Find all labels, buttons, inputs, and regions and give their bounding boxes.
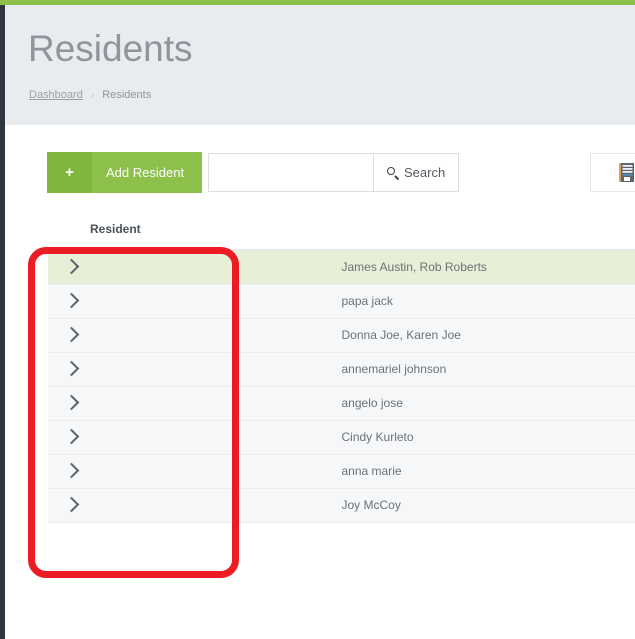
sidebar-rail bbox=[0, 5, 5, 639]
search-input[interactable] bbox=[208, 153, 373, 192]
chevron-right-icon[interactable] bbox=[63, 292, 80, 309]
search-group: Search bbox=[208, 153, 460, 192]
top-accent-bar bbox=[0, 0, 635, 5]
chevron-right-icon[interactable] bbox=[63, 258, 80, 275]
table-row[interactable]: anna marie bbox=[48, 454, 635, 488]
table-row[interactable]: Donna Joe, Karen Joe bbox=[48, 318, 635, 352]
toolbar: + Add Resident Search bbox=[22, 125, 635, 220]
plus-icon: + bbox=[47, 152, 92, 193]
table-row[interactable]: Joy McCoy bbox=[48, 488, 635, 522]
breadcrumb-link-dashboard[interactable]: Dashboard bbox=[29, 89, 83, 101]
row-expand-cell[interactable] bbox=[48, 488, 342, 522]
resident-name: angelo jose bbox=[341, 396, 403, 410]
building-icon bbox=[618, 163, 634, 182]
resident-name: annemariel johnson bbox=[341, 362, 447, 376]
content-card: + Add Resident Search Resident James Aus… bbox=[22, 125, 635, 639]
chevron-right-icon[interactable] bbox=[63, 360, 80, 377]
chevron-right-icon[interactable] bbox=[63, 394, 80, 411]
add-resident-label: Add Resident bbox=[106, 165, 185, 180]
row-expand-cell[interactable] bbox=[48, 250, 342, 284]
building-view-button[interactable] bbox=[590, 153, 635, 192]
resident-name: Cindy Kurleto bbox=[341, 430, 414, 444]
row-expand-cell[interactable] bbox=[48, 284, 342, 318]
residents-table: Resident James Austin, Rob Roberts papa … bbox=[48, 222, 635, 523]
table-row[interactable]: Cindy Kurleto bbox=[48, 420, 635, 454]
resident-name: papa jack bbox=[341, 294, 393, 308]
page-title: Residents bbox=[28, 28, 193, 69]
breadcrumb-current-residents: Residents bbox=[102, 89, 152, 101]
table-body: James Austin, Rob Roberts papa jack Donn… bbox=[48, 250, 635, 522]
add-resident-button[interactable]: + Add Resident bbox=[47, 152, 203, 193]
breadcrumb-separator-icon: › bbox=[90, 90, 95, 101]
chevron-right-icon[interactable] bbox=[63, 496, 80, 513]
row-expand-cell[interactable] bbox=[48, 454, 342, 488]
chevron-right-icon[interactable] bbox=[63, 326, 80, 343]
resident-name: Joy McCoy bbox=[341, 498, 401, 512]
row-expand-cell[interactable] bbox=[48, 420, 342, 454]
search-icon bbox=[387, 166, 399, 179]
breadcrumb: Dashboard › Residents bbox=[29, 89, 151, 101]
table-row[interactable]: papa jack bbox=[48, 284, 635, 318]
resident-name: anna marie bbox=[341, 464, 402, 478]
chevron-right-icon[interactable] bbox=[63, 428, 80, 445]
column-header-resident: Resident bbox=[48, 222, 635, 251]
table-header-row: Resident bbox=[48, 222, 635, 251]
resident-name: Donna Joe, Karen Joe bbox=[341, 328, 461, 342]
chevron-right-icon[interactable] bbox=[63, 462, 80, 479]
row-expand-cell[interactable] bbox=[48, 352, 342, 386]
table-row[interactable]: James Austin, Rob Roberts bbox=[48, 250, 635, 284]
row-expand-cell[interactable] bbox=[48, 318, 342, 352]
table-row[interactable]: annemariel johnson bbox=[48, 352, 635, 386]
search-button-label: Search bbox=[404, 165, 446, 180]
resident-name: James Austin, Rob Roberts bbox=[341, 260, 487, 275]
search-button[interactable]: Search bbox=[373, 153, 460, 192]
table-row[interactable]: angelo jose bbox=[48, 386, 635, 420]
row-expand-cell[interactable] bbox=[48, 386, 342, 420]
page-header: Residents Dashboard › Residents bbox=[5, 5, 635, 125]
